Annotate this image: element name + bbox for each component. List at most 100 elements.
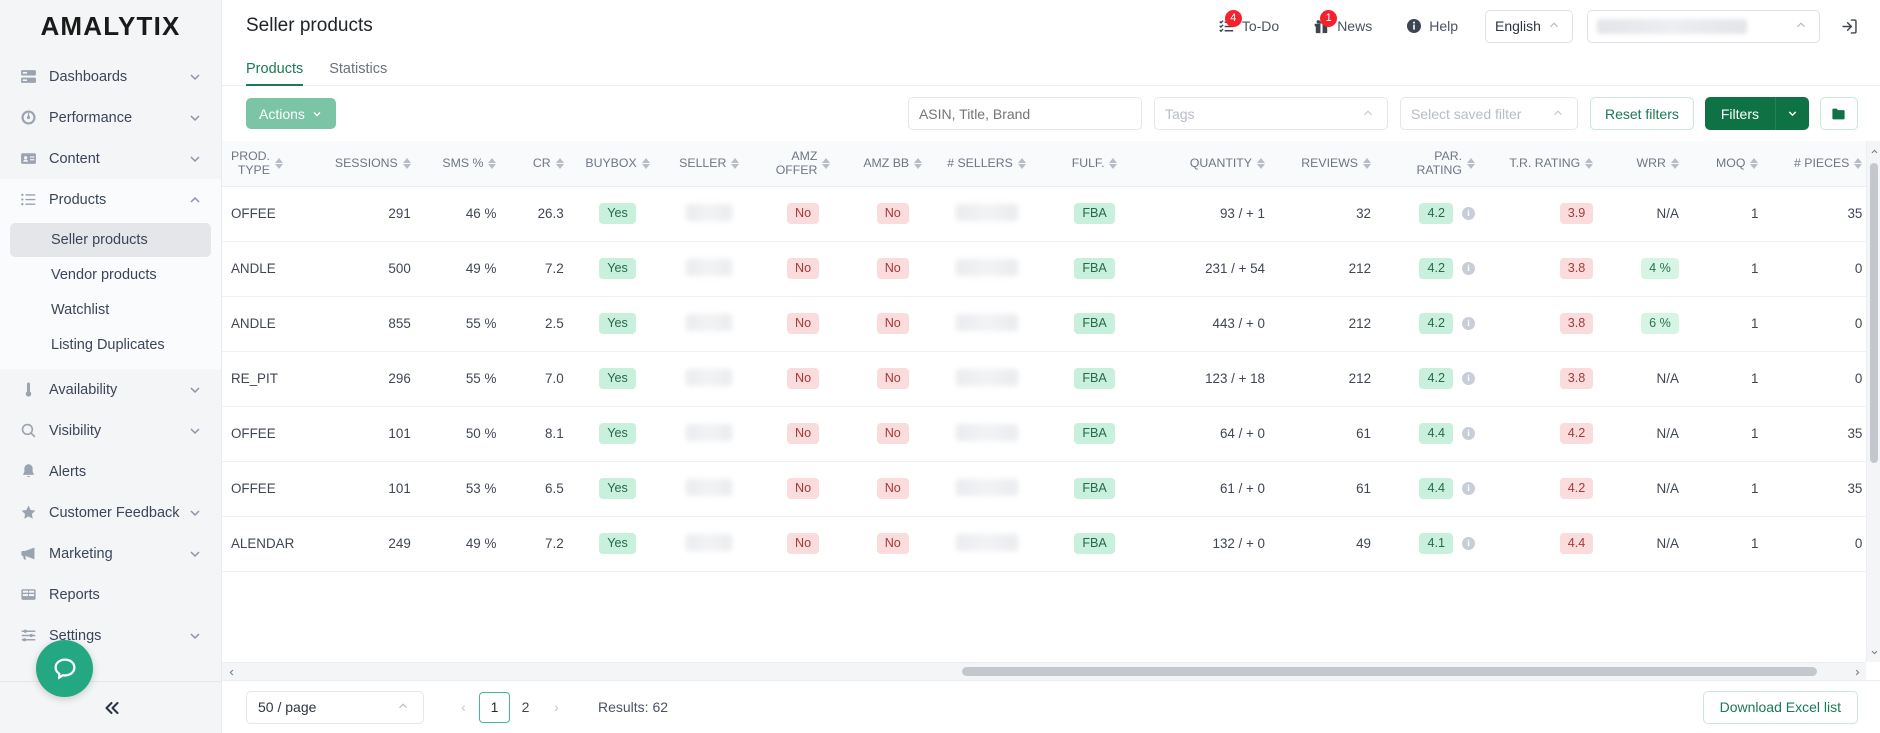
sort-toggle-icon[interactable] — [488, 157, 497, 169]
column-header-quantity[interactable]: QUANTITY — [1151, 141, 1274, 187]
pagination-next[interactable]: › — [541, 692, 572, 723]
column-header-prodtype[interactable]: PROD. TYPE — [222, 141, 310, 187]
pagination-page-2[interactable]: 2 — [510, 692, 541, 723]
language-select[interactable]: English — [1485, 9, 1573, 43]
info-icon[interactable]: i — [1462, 206, 1475, 220]
sort-toggle-icon[interactable] — [1585, 157, 1594, 169]
scroll-up-arrow-icon[interactable] — [1867, 143, 1880, 159]
sort-toggle-icon[interactable] — [1109, 157, 1118, 169]
column-header-seller[interactable]: SELLER — [662, 141, 757, 187]
saved-views-folder-button[interactable] — [1820, 97, 1858, 130]
account-select[interactable] — [1587, 9, 1820, 43]
sidebar-item-settings[interactable]: Settings — [0, 615, 221, 656]
sort-toggle-icon[interactable] — [731, 157, 740, 169]
info-icon[interactable]: i — [1462, 316, 1475, 330]
sidebar-item-visibility[interactable]: Visibility — [0, 410, 221, 451]
support-chat-button[interactable] — [36, 640, 93, 697]
sort-toggle-icon[interactable] — [555, 157, 564, 169]
sidebar-item-customer-feedback[interactable]: Customer Feedback — [0, 492, 221, 533]
table-row[interactable]: ALENDAR 249 49 % 7.2 Yes No No FBA 132 / + 0 49 4.… — [222, 516, 1866, 572]
per-page-select[interactable]: 50 / page — [246, 690, 424, 724]
table-row[interactable]: ANDLE 855 55 % 2.5 Yes No No FBA 443 / + 0 212 4.2… — [222, 296, 1866, 352]
horizontal-scroll-thumb[interactable] — [962, 667, 1817, 676]
todo-button[interactable]: 4 To-Do — [1201, 9, 1296, 42]
sort-toggle-icon[interactable] — [274, 157, 283, 169]
horizontal-scrollbar[interactable] — [222, 662, 1866, 680]
sort-toggle-icon[interactable] — [1670, 157, 1679, 169]
news-button[interactable]: 1 News — [1296, 9, 1389, 42]
column-header-sessions[interactable]: SESSIONS — [309, 141, 420, 187]
info-icon[interactable]: i — [1462, 261, 1475, 275]
table-row[interactable]: OFFEE 101 50 % 8.1 Yes No No FBA 64 / + 0 61 4.4 i 4… — [222, 406, 1866, 462]
reset-filters-button[interactable]: Reset filters — [1589, 97, 1694, 130]
column-header-wrr[interactable]: WRR — [1602, 141, 1688, 187]
column-header-sms[interactable]: SMS % — [419, 141, 506, 187]
actions-button[interactable]: Actions — [246, 98, 336, 129]
column-header-fulf[interactable]: FULF. — [1037, 141, 1152, 187]
brand-logo[interactable]: AMALYTIX — [0, 0, 221, 52]
pagination-page-1[interactable]: 1 — [479, 691, 510, 723]
column-header-cr[interactable]: CR — [505, 141, 573, 187]
info-icon[interactable]: i — [1462, 371, 1475, 385]
tab-products[interactable]: Products — [246, 61, 304, 86]
tr-rating-badge: 3.9 — [1559, 203, 1594, 224]
sort-toggle-icon[interactable] — [1017, 157, 1026, 169]
table-row[interactable]: OFFEE 101 53 % 6.5 Yes No No FBA 61 / + 0 61 4.4 i 4… — [222, 461, 1866, 517]
sidebar-item-vendor-products[interactable]: Vendor products — [10, 258, 211, 292]
sort-toggle-icon[interactable] — [822, 157, 831, 169]
table-row[interactable]: RE_PIT 296 55 % 7.0 Yes No No FBA 123 / + 18 212 4… — [222, 351, 1866, 407]
sort-toggle-icon[interactable] — [914, 157, 923, 169]
sidebar-item-reports[interactable]: Reports — [0, 574, 221, 615]
column-header-pieces[interactable]: # PIECES — [1767, 141, 1866, 187]
sort-toggle-icon[interactable] — [1363, 157, 1372, 169]
info-icon[interactable]: i — [1462, 426, 1475, 440]
column-header-amzoffer[interactable]: AMZ OFFER — [756, 141, 850, 187]
sidebar-item-performance[interactable]: Performance — [0, 97, 221, 138]
cell-amzoffer: No — [756, 351, 850, 407]
column-header-amzbb[interactable]: AMZ BB — [849, 141, 936, 187]
sidebar-item-marketing[interactable]: Marketing — [0, 533, 221, 574]
sidebar-item-dashboards[interactable]: Dashboards — [0, 56, 221, 97]
buybox-badge: Yes — [599, 203, 636, 224]
sidebar-collapse-button[interactable] — [0, 681, 221, 733]
sidebar-item-listing-duplicates[interactable]: Listing Duplicates — [10, 328, 211, 362]
column-header-reviews[interactable]: REVIEWS — [1274, 141, 1381, 187]
info-icon[interactable]: i — [1462, 536, 1475, 550]
sort-toggle-icon[interactable] — [1467, 157, 1475, 169]
pagination-prev[interactable]: ‹ — [448, 692, 479, 723]
sort-toggle-icon[interactable] — [641, 157, 650, 169]
sidebar-item-products[interactable]: Products — [0, 179, 221, 220]
help-button[interactable]: Help — [1389, 10, 1475, 42]
tags-select[interactable]: Tags — [1153, 97, 1388, 130]
column-header-moq[interactable]: MOQ — [1687, 141, 1768, 187]
column-header-trrating[interactable]: T.R. RATING — [1484, 141, 1603, 187]
scroll-down-arrow-icon[interactable] — [1867, 644, 1880, 660]
sidebar-item-seller-products[interactable]: Seller products — [10, 223, 211, 257]
logout-button[interactable] — [1832, 10, 1866, 43]
saved-filter-select[interactable]: Select saved filter — [1399, 97, 1578, 130]
column-header-buybox[interactable]: BUYBOX — [572, 141, 663, 187]
download-excel-button[interactable]: Download Excel list — [1702, 690, 1858, 724]
sort-toggle-icon[interactable] — [1854, 157, 1863, 169]
filters-button[interactable]: Filters — [1704, 97, 1775, 130]
sort-toggle-icon[interactable] — [1750, 157, 1759, 169]
table-row[interactable]: ANDLE 500 49 % 7.2 Yes No No FBA 231 / + 54 212 4.… — [222, 241, 1866, 297]
tab-statistics[interactable]: Statistics — [329, 61, 387, 86]
vertical-scroll-thumb[interactable] — [1870, 163, 1878, 463]
scroll-left-arrow-icon[interactable] — [222, 663, 240, 680]
sort-toggle-icon[interactable] — [1257, 157, 1265, 169]
sidebar-item-content[interactable]: Content — [0, 138, 221, 179]
column-header-sellers[interactable]: # SELLERS — [935, 141, 1038, 187]
info-icon[interactable]: i — [1462, 481, 1475, 495]
sidebar-item-alerts[interactable]: Alerts — [0, 451, 221, 492]
parent-rating-badge: 4.4 — [1419, 478, 1453, 499]
search-input[interactable] — [907, 97, 1142, 130]
sidebar-item-watchlist[interactable]: Watchlist — [10, 293, 211, 327]
table-row[interactable]: OFFEE 291 46 % 26.3 Yes No No FBA 93 / + 1 32 4.2 i… — [222, 186, 1866, 242]
scroll-right-arrow-icon[interactable] — [1848, 663, 1866, 680]
vertical-scrollbar[interactable] — [1866, 141, 1880, 662]
sort-toggle-icon[interactable] — [402, 157, 411, 169]
filters-dropdown-button[interactable] — [1775, 97, 1809, 130]
sidebar-item-availability[interactable]: Availability — [0, 369, 221, 410]
column-header-parrating[interactable]: PAR. RATING — [1380, 141, 1484, 187]
